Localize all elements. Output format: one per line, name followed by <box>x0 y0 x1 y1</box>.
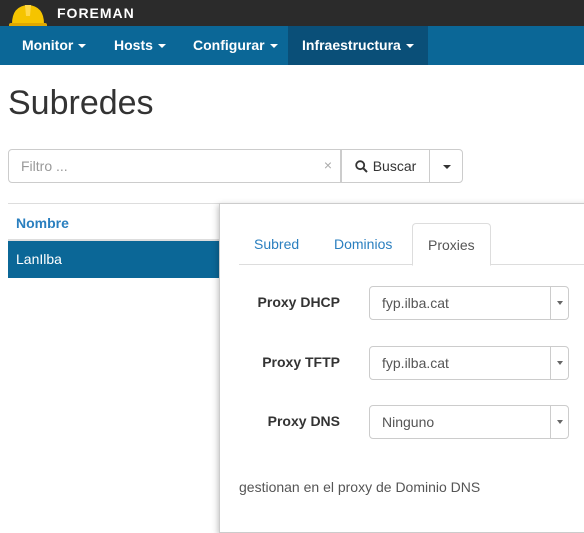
nav-configurar[interactable]: Configurar <box>179 26 292 65</box>
proxy-dns-select[interactable]: Ninguno <box>369 405 569 439</box>
main-navbar: Monitor Hosts Configurar Infraestructura <box>0 26 584 65</box>
proxy-dns-label: Proxy DNS <box>267 413 340 429</box>
nav-infraestructura[interactable]: Infraestructura <box>288 26 428 65</box>
panel-tabs: Subred Dominios Proxies <box>239 223 584 266</box>
page-title: Subredes <box>8 84 154 122</box>
column-header-nombre[interactable]: Nombre <box>8 203 220 241</box>
nav-hosts[interactable]: Hosts <box>100 26 180 65</box>
search-field: × <box>8 149 341 183</box>
subnet-list: Nombre LanIlba <box>8 203 220 278</box>
proxy-dhcp-label: Proxy DHCP <box>257 294 340 310</box>
proxy-dns-value: Ninguno <box>382 414 435 430</box>
chevron-down-icon <box>269 44 278 49</box>
nav-hosts-label: Hosts <box>114 37 153 53</box>
search-icon <box>355 159 368 173</box>
chevron-down-icon <box>557 420 563 424</box>
proxy-dhcp-value: fyp.ilba.cat <box>382 295 449 311</box>
chevron-down-icon <box>405 44 414 49</box>
proxy-tftp-label: Proxy TFTP <box>262 354 340 370</box>
subnet-edit-panel: Subred Dominios Proxies Proxy DHCP fyp.i… <box>219 203 584 533</box>
nav-configurar-label: Configurar <box>193 37 265 53</box>
search-button-label: Buscar <box>372 158 417 174</box>
nav-monitor[interactable]: Monitor <box>8 26 100 65</box>
chevron-down-icon <box>557 361 563 365</box>
nav-monitor-label: Monitor <box>22 37 74 53</box>
proxy-tftp-value: fyp.ilba.cat <box>382 355 449 371</box>
list-item[interactable]: LanIlba <box>8 241 220 278</box>
chevron-down-icon <box>78 44 87 49</box>
chevron-down-icon <box>443 165 451 169</box>
brand-name[interactable]: FOREMAN <box>57 5 135 21</box>
proxy-help-text: gestionan en el proxy de Dominio DNS <box>239 479 481 495</box>
search-input[interactable] <box>9 150 309 182</box>
top-bar: FOREMAN <box>0 0 584 28</box>
search-options-dropdown[interactable] <box>429 149 463 183</box>
nav-infraestructura-label: Infraestructura <box>302 37 401 53</box>
proxy-dhcp-select[interactable]: fyp.ilba.cat <box>369 286 569 320</box>
chevron-down-icon <box>157 44 166 49</box>
tab-dominios[interactable]: Dominios <box>319 223 407 265</box>
clear-icon[interactable]: × <box>324 157 332 173</box>
proxy-tftp-select[interactable]: fyp.ilba.cat <box>369 346 569 380</box>
chevron-down-icon <box>557 301 563 305</box>
tab-subred[interactable]: Subred <box>239 223 314 265</box>
tab-proxies[interactable]: Proxies <box>412 223 491 266</box>
search-button[interactable]: Buscar <box>341 149 430 183</box>
